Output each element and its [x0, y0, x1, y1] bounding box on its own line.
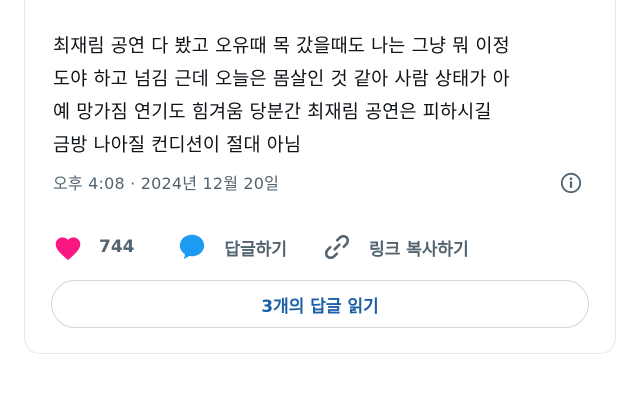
- tweet-text-line: 예 망가짐 연기도 힘겨움 당분간 최재림 공연은 피하시길: [53, 102, 492, 123]
- like-count: 744: [99, 237, 135, 257]
- tweet-text-line: 도야 하고 넘김 근데 오늘은 몸살인 것 같아 사람 상태가 아: [53, 69, 510, 90]
- link-icon: [325, 234, 350, 260]
- heart-icon: [55, 236, 81, 260]
- reply-label: 답글하기: [224, 239, 288, 260]
- tweet-text-line: 최재림 공연 다 봤고 오유때 목 갔을때도 나는 그냥 뭐 이정: [53, 36, 510, 57]
- tweet-text: 최재림 공연 다 봤고 오유때 목 갔을때도 나는 그냥 뭐 이정 도야 하고 …: [53, 30, 623, 162]
- like-button[interactable]: 744: [53, 234, 135, 261]
- copy-link-button[interactable]: 링크 복사하기: [323, 233, 469, 261]
- tweet-timestamp[interactable]: 오후 4:08 · 2024년 12월 20일: [53, 170, 279, 194]
- read-replies-label: 3개의 답글 읽기: [261, 296, 379, 317]
- speech-bubble-icon: [179, 234, 204, 259]
- read-replies-button[interactable]: 3개의 답글 읽기: [51, 280, 589, 328]
- tweet-text-line: 금방 나아질 컨디션이 절대 아님: [53, 135, 302, 156]
- reply-button[interactable]: 답글하기: [177, 232, 288, 262]
- info-icon[interactable]: [560, 172, 582, 194]
- copy-link-label: 링크 복사하기: [369, 239, 469, 260]
- tweet-actions: 744 답글하기 링크 복사하기: [53, 231, 469, 263]
